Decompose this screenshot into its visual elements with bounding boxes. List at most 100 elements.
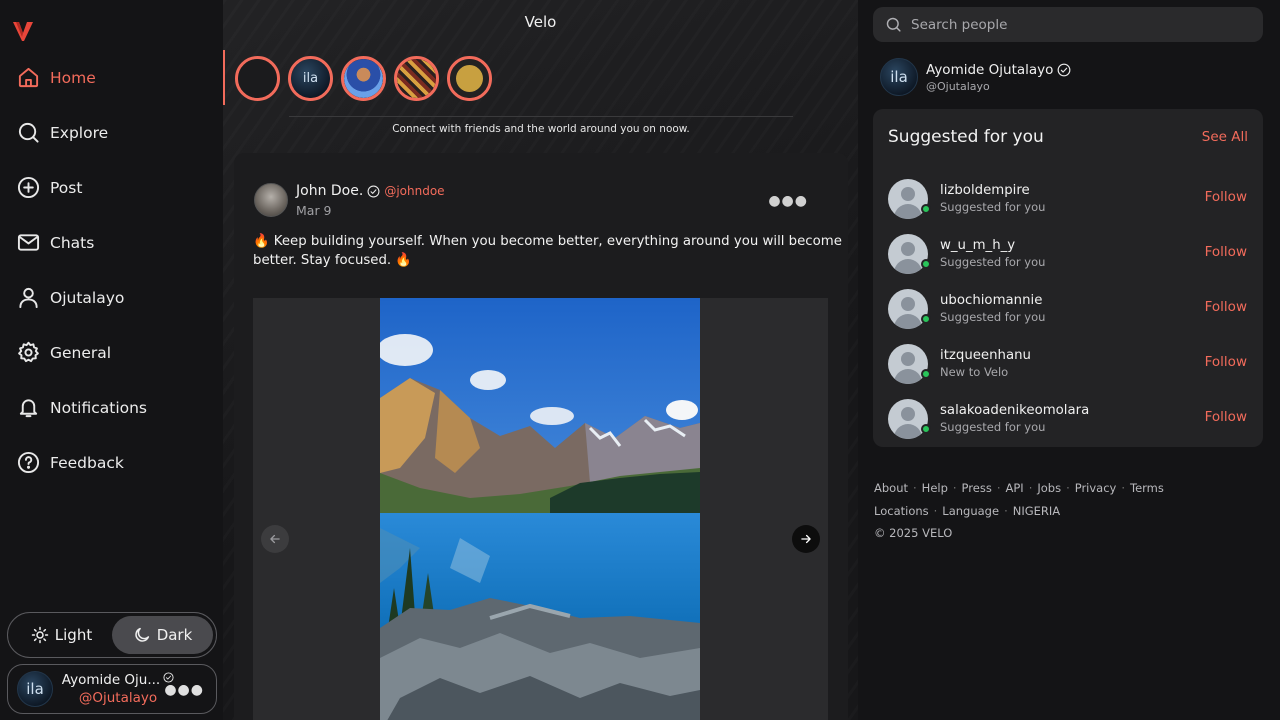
story-item[interactable]: [447, 56, 492, 101]
nav-item-explore[interactable]: Explore: [0, 105, 223, 160]
online-status-dot: [921, 314, 931, 324]
suggested-title: Suggested for you: [888, 127, 1044, 147]
stories-row: ila: [235, 56, 492, 101]
follow-button[interactable]: Follow: [1205, 189, 1247, 205]
list-item: salakoadenikeomolara Suggested for you F…: [888, 391, 1250, 446]
landscape-photo: [380, 298, 700, 720]
suggested-subtitle: Suggested for you: [940, 255, 1046, 269]
suggested-username[interactable]: lizboldempire: [940, 183, 1045, 198]
nav-item-post[interactable]: Post: [0, 160, 223, 215]
account-switcher[interactable]: ila Ayomide Oju... @Ojutalayo ●●●: [7, 664, 217, 714]
story-add[interactable]: [235, 56, 280, 101]
avatar: ila: [17, 671, 53, 707]
suggested-username[interactable]: salakoadenikeomolara: [940, 403, 1089, 418]
nav-label-general: General: [50, 343, 112, 362]
nav-item-general[interactable]: General: [0, 325, 223, 380]
bell-icon: [16, 396, 40, 420]
footer-link-jobs[interactable]: Jobs: [1037, 481, 1061, 495]
nav-label-post: Post: [50, 178, 83, 197]
post-media-carousel: [253, 298, 828, 720]
account-name: Ayomide Oju...: [61, 672, 161, 688]
suggested-username[interactable]: ubochiomannie: [940, 293, 1045, 308]
suggested-user-text: ubochiomannie Suggested for you: [940, 293, 1045, 324]
post-text: 🔥 Keep building yourself. When you becom…: [253, 234, 842, 268]
list-item: ubochiomannie Suggested for you Follow: [888, 281, 1250, 336]
theme-light-option[interactable]: Light: [11, 616, 112, 654]
follow-button[interactable]: Follow: [1205, 354, 1247, 370]
online-status-dot: [921, 204, 931, 214]
carousel-prev-button[interactable]: [261, 525, 289, 553]
see-all-link[interactable]: See All: [1202, 129, 1248, 145]
theme-dark-option[interactable]: Dark: [112, 616, 213, 654]
post-author-handle[interactable]: @johndoe: [384, 184, 444, 198]
post-image[interactable]: [380, 298, 700, 720]
verified-icon: [367, 185, 380, 197]
nav-item-feedback[interactable]: Feedback: [0, 435, 223, 490]
verified-icon: [1057, 63, 1071, 76]
nav-item-home[interactable]: Home: [0, 50, 223, 105]
post-meta: John Doe. @johndoe Mar 9: [296, 183, 445, 218]
nav-item-chats[interactable]: Chats: [0, 215, 223, 270]
velo-logo[interactable]: [12, 20, 34, 42]
current-user-summary[interactable]: ila Ayomide Ojutalayo @Ojutalayo: [880, 58, 1071, 96]
footer-link-api[interactable]: API: [1005, 481, 1023, 495]
post-author-avatar[interactable]: [254, 183, 288, 217]
nav-item-profile[interactable]: Ojutalayo: [0, 270, 223, 325]
current-user-name-row: Ayomide Ojutalayo: [926, 62, 1071, 78]
footer-link-terms[interactable]: Terms: [1130, 481, 1164, 495]
moon-icon: [135, 627, 149, 642]
suggested-username[interactable]: itzqueenhanu: [940, 348, 1031, 363]
follow-button[interactable]: Follow: [1205, 299, 1247, 315]
follow-button[interactable]: Follow: [1205, 244, 1247, 260]
theme-light-label: Light: [54, 626, 93, 644]
nav-label-feedback: Feedback: [50, 453, 124, 472]
carousel-next-button[interactable]: [792, 525, 820, 553]
more-options-icon[interactable]: ●●●: [164, 682, 204, 698]
footer-link-language[interactable]: Language: [942, 504, 999, 518]
search-input[interactable]: [911, 16, 1251, 33]
current-user-handle: @Ojutalayo: [926, 79, 990, 93]
post-header: John Doe. @johndoe Mar 9: [254, 183, 445, 218]
account-name-row: Ayomide Oju...: [62, 672, 174, 688]
current-user-name: Ayomide Ojutalayo: [926, 61, 1054, 78]
footer-row-1: About · Help · Press · API · Jobs · Privacy · Terms: [874, 481, 1164, 495]
plus-circle-icon: [16, 176, 40, 200]
footer-link-about[interactable]: About: [874, 481, 908, 495]
suggested-list: lizboldempire Suggested for you Follow w…: [888, 171, 1250, 446]
suggested-user-text: lizboldempire Suggested for you: [940, 183, 1045, 214]
footer-link-locations[interactable]: Locations: [874, 504, 929, 518]
follow-button[interactable]: Follow: [1205, 409, 1247, 425]
account-info: Ayomide Oju... @Ojutalayo: [62, 672, 174, 706]
account-handle: @Ojutalayo: [78, 690, 158, 706]
avatar-text: ila: [26, 680, 44, 698]
user-icon: [16, 286, 40, 310]
suggested-subtitle: Suggested for you: [940, 310, 1046, 324]
suggested-user-text: salakoadenikeomolara Suggested for you: [940, 403, 1089, 434]
theme-toggle: Light Dark: [7, 612, 217, 658]
footer-link-region[interactable]: NIGERIA: [1013, 504, 1060, 518]
story-item[interactable]: [341, 56, 386, 101]
avatar-text: ila: [890, 68, 908, 86]
online-status-dot: [921, 259, 931, 269]
footer-link-privacy[interactable]: Privacy: [1075, 481, 1117, 495]
search-icon: [16, 121, 40, 145]
story-item[interactable]: ila: [288, 56, 333, 101]
post-card: John Doe. @johndoe Mar 9 ●●● 🔥 Keep buil…: [234, 153, 848, 720]
footer-link-press[interactable]: Press: [962, 481, 992, 495]
nav-item-notifications[interactable]: Notifications: [0, 380, 223, 435]
nav-label-explore: Explore: [50, 123, 109, 142]
footer-link-help[interactable]: Help: [922, 481, 948, 495]
list-item: w_u_m_h_y Suggested for you Follow: [888, 226, 1250, 281]
story-item[interactable]: [394, 56, 439, 101]
suggested-user-text: itzqueenhanu New to Velo: [940, 348, 1031, 379]
list-item: itzqueenhanu New to Velo Follow: [888, 336, 1250, 391]
post-author-name[interactable]: John Doe.: [296, 183, 363, 199]
mail-icon: [16, 231, 40, 255]
stories-tagline: Connect with friends and the world aroun…: [289, 116, 793, 135]
list-item: lizboldempire Suggested for you Follow: [888, 171, 1250, 226]
arrow-right-icon: [801, 534, 811, 544]
suggested-subtitle: New to Velo: [940, 365, 1009, 379]
post-options-icon[interactable]: ●●●: [768, 193, 808, 209]
suggested-username[interactable]: w_u_m_h_y: [940, 238, 1045, 253]
stories-indicator: [223, 50, 225, 105]
